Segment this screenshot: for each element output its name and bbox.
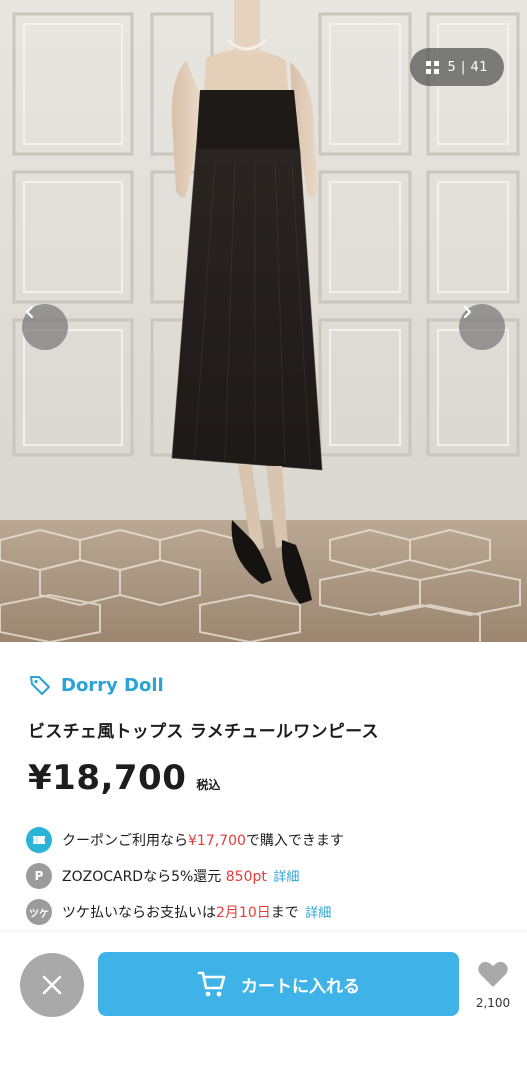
tsuke-perk: ツケ ツケ払いならお支払いは2月10日まで 詳細	[26, 899, 331, 925]
image-counter-text: 5 | 41	[447, 59, 488, 75]
favorite-button[interactable]: 2,100	[472, 960, 514, 1010]
add-to-cart-label: カートに入れる	[241, 976, 360, 997]
close-button[interactable]	[20, 953, 84, 1017]
brand-link[interactable]: Dorry Doll	[28, 673, 164, 697]
favorite-count: 2,100	[475, 996, 511, 1010]
brand-name: Dorry Doll	[61, 674, 164, 696]
zozocard-text: ZOZOCARDなら5%還元	[62, 869, 222, 885]
product-image[interactable]: 5 | 41	[0, 0, 527, 642]
zozocard-perk: P ZOZOCARDなら5%還元 850pt 詳細	[26, 863, 299, 889]
previous-image-button[interactable]	[22, 304, 68, 350]
tsuke-text-prefix: ツケ払いならお支払いは	[62, 905, 216, 921]
tax-label: 税込	[196, 778, 221, 792]
cart-icon	[197, 971, 226, 997]
tsuke-details-link[interactable]: 詳細	[305, 906, 331, 921]
zozocard-details-link[interactable]: 詳細	[273, 870, 299, 885]
next-image-button[interactable]	[459, 304, 505, 350]
product-title: ビスチェ風トップス ラメチュールワンピース	[28, 722, 379, 742]
add-to-cart-button[interactable]: カートに入れる	[98, 952, 459, 1016]
coupon-perk[interactable]: クーポンご利用なら¥17,700で購入できます	[26, 827, 344, 853]
tsuke-text-suffix: まで	[270, 905, 299, 921]
coupon-text-suffix: で購入できます	[245, 833, 344, 849]
tsuke-icon: ツケ	[26, 899, 52, 925]
chevron-right-icon	[463, 305, 472, 319]
price-row: ¥18,700 税込	[28, 758, 220, 798]
heart-icon	[478, 961, 508, 987]
product-photo	[0, 0, 527, 642]
coupon-price: ¥17,700	[188, 833, 246, 849]
coupon-icon	[26, 827, 52, 853]
image-counter[interactable]: 5 | 41	[409, 48, 504, 86]
tsuke-date: 2月10日	[216, 905, 271, 921]
tag-icon	[30, 676, 50, 695]
grid-icon	[425, 60, 439, 74]
chevron-left-icon	[25, 305, 34, 319]
product-price: ¥18,700	[28, 758, 187, 798]
close-icon	[42, 975, 62, 995]
coupon-text-prefix: クーポンご利用なら	[62, 833, 188, 849]
points-icon: P	[26, 863, 52, 889]
zozocard-points: 850pt	[225, 869, 267, 885]
